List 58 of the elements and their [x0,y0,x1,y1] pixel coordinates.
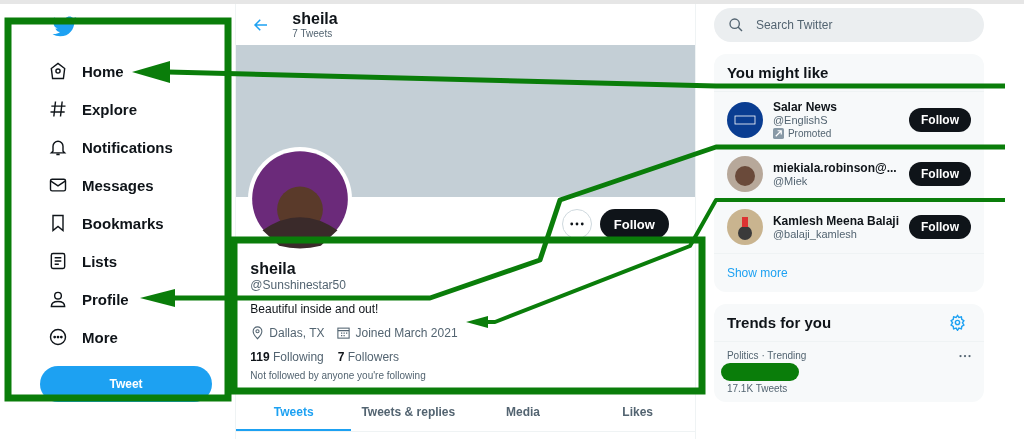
profile-bio: Beautiful inside and out! [250,302,380,316]
account-handle: @balaji_kamlesh [772,228,858,240]
nav-item[interactable]: Home [48,52,124,90]
envelope-icon [48,175,68,195]
trend-count: 17.1K Tweets [726,383,789,394]
nav-item[interactable]: Messages [48,166,154,204]
more-button[interactable] [561,209,592,239]
profile-handle: @Sunshinestar50 [250,278,347,292]
nav-item[interactable]: More [48,318,118,356]
follow-button[interactable]: Follow [909,162,971,186]
follow-button[interactable]: Follow [599,209,669,239]
followed-by-note: Not followed by anyone you're following [250,370,427,381]
list-icon [48,251,68,271]
account-handle: @Miek [772,175,809,187]
following-count[interactable]: 119 Following [250,350,324,364]
nav-item[interactable]: Profile [48,280,129,318]
profile-location: Dallas, TX [269,325,325,340]
promoted-label: Promoted [787,128,832,139]
suggestion-row[interactable]: miekiala.robinson@... @Miek Follow [713,148,984,201]
follow-button[interactable]: Follow [909,107,971,132]
profile-tab[interactable]: Likes [580,393,695,431]
nav-item[interactable]: Bookmarks [48,204,164,242]
join-date: Joined March 2021 [355,325,458,340]
more-icon [48,327,68,347]
profile-name: sheila [250,260,297,278]
bird-logo-icon[interactable] [52,16,78,38]
person-icon [48,289,68,309]
nav-item[interactable]: Notifications [48,128,173,166]
follow-button[interactable]: Follow [909,215,971,239]
profile-title: sheila [292,10,338,28]
search-field[interactable]: Search Twitter [713,8,984,42]
suggestion-row[interactable]: Kamlesh Meena Balaji @balaji_kamlesh Follow [713,201,984,254]
hashtag-icon [48,99,68,119]
panel-title: You might like [713,54,984,92]
profile-tab[interactable]: Media [465,393,581,431]
more-icon [569,222,584,226]
trend-context: Politics · Trending [726,350,807,361]
followers-count[interactable]: 7 Followers [337,350,400,364]
promoted-icon [772,128,784,139]
account-name: Salar News [772,100,838,114]
panel-title: Trends for you [726,314,832,331]
settings-icon[interactable] [949,314,966,331]
tweet-count: 7 Tweets [292,28,334,39]
trend-item[interactable]: Politics · Trending 17.1K Tweets [713,342,984,402]
profile-tab[interactable]: Tweets & replies [351,393,466,431]
avatar [726,101,763,138]
avatar [726,156,763,192]
account-name: miekiala.robinson@... [772,161,898,175]
home-icon [48,61,68,81]
avatar [726,209,763,245]
calendar-icon [336,325,352,340]
account-name: Kamlesh Meena Balaji [772,214,899,228]
nav-item[interactable]: Explore [48,90,138,128]
account-handle: @EnglishS [772,114,829,126]
nav-item[interactable]: Lists [48,242,117,280]
suggestion-row[interactable]: Salar News @EnglishS Promoted Follow [713,92,984,148]
search-icon [727,17,744,33]
more-icon[interactable] [959,353,971,358]
